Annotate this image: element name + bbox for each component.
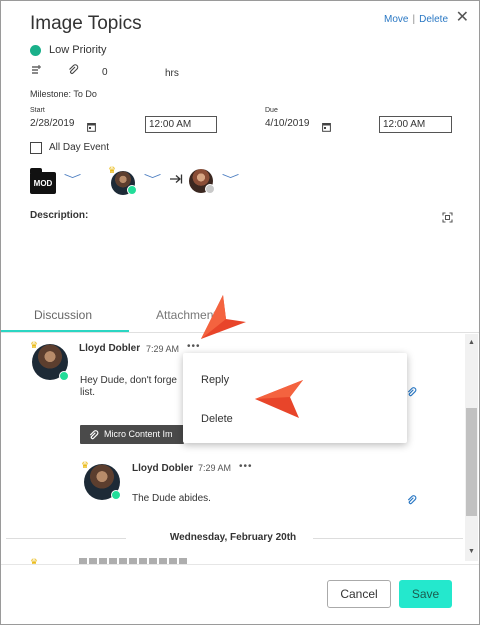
reply-author[interactable]: Lloyd Dobler bbox=[132, 463, 193, 474]
comment-author[interactable]: Lloyd Dobler bbox=[79, 343, 140, 354]
due-label: Due bbox=[265, 107, 278, 114]
online-status-icon bbox=[59, 371, 69, 381]
cancel-button[interactable]: Cancel bbox=[327, 580, 391, 608]
attachments-count: 0 bbox=[102, 67, 108, 78]
comment-text-continued: list. bbox=[80, 387, 95, 398]
due-time-field[interactable]: 12:00 AM bbox=[379, 116, 452, 133]
chevron-down-icon[interactable]: ﹀ bbox=[144, 171, 162, 187]
online-status-icon bbox=[127, 185, 137, 195]
due-date-field[interactable]: 4/10/2019 bbox=[263, 116, 312, 133]
chevron-down-icon[interactable]: ﹀ bbox=[222, 171, 240, 187]
paperclip-icon[interactable] bbox=[67, 64, 79, 79]
pointer-arrow-icon bbox=[196, 292, 248, 349]
pointer-arrow-icon bbox=[254, 379, 304, 424]
offline-status-icon bbox=[205, 184, 215, 194]
assign-arrow-icon bbox=[169, 172, 183, 190]
milestone-label[interactable]: Milestone: To Do bbox=[30, 89, 97, 99]
start-date-field[interactable]: 2/28/2019 bbox=[28, 116, 77, 133]
priority-label[interactable]: Low Priority bbox=[49, 44, 106, 56]
all-day-checkbox[interactable] bbox=[30, 142, 42, 154]
comment-time: 7:29 AM bbox=[146, 344, 180, 354]
all-day-label: All Day Event bbox=[49, 142, 110, 153]
date-separator: Wednesday, February 20th bbox=[169, 532, 297, 543]
topic-dialog: Image Topics Move | Delete ✕ Low Priority … bbox=[0, 0, 480, 625]
module-type-icon[interactable]: MOD bbox=[30, 168, 56, 194]
scroll-down-icon[interactable]: ▼ bbox=[468, 548, 475, 555]
start-label: Start bbox=[30, 107, 45, 114]
more-options-icon[interactable]: ••• bbox=[239, 461, 253, 472]
paperclip-icon bbox=[88, 428, 99, 446]
priority-dot bbox=[30, 45, 41, 56]
close-icon[interactable]: ✕ bbox=[456, 7, 469, 27]
hours-unit: hrs bbox=[165, 68, 179, 79]
crown-icon: ♛ bbox=[30, 557, 39, 567]
description-label: Description: bbox=[30, 210, 89, 221]
header-actions: Move | Delete bbox=[384, 14, 448, 25]
scrollbar-thumb[interactable] bbox=[466, 408, 477, 516]
calendar-icon[interactable] bbox=[322, 119, 331, 137]
paperclip-icon[interactable] bbox=[406, 495, 417, 509]
chip-label: Micro Content Im bbox=[104, 429, 173, 439]
comment-text: Hey Dude, don't forge bbox=[80, 375, 177, 386]
calendar-icon[interactable] bbox=[87, 119, 96, 137]
delete-link[interactable]: Delete bbox=[419, 14, 448, 25]
start-time-field[interactable]: 12:00 AM bbox=[145, 116, 217, 133]
menu-item-reply[interactable]: Reply bbox=[201, 374, 229, 386]
paperclip-icon[interactable] bbox=[406, 387, 417, 401]
tab-discussion[interactable]: Discussion bbox=[34, 308, 92, 322]
save-button[interactable]: Save bbox=[399, 580, 452, 608]
chevron-down-icon[interactable]: ﹀ bbox=[64, 171, 82, 187]
scroll-up-icon[interactable]: ▲ bbox=[468, 339, 475, 346]
move-link[interactable]: Move bbox=[384, 14, 408, 25]
reply-time: 7:29 AM bbox=[198, 463, 232, 473]
menu-item-delete[interactable]: Delete bbox=[201, 413, 233, 425]
expand-icon[interactable] bbox=[442, 210, 453, 228]
dialog-title: Image Topics bbox=[30, 13, 142, 34]
active-tab-indicator bbox=[1, 330, 129, 332]
header-separator: | bbox=[412, 14, 416, 25]
online-status-icon bbox=[111, 490, 121, 500]
footer-divider bbox=[1, 564, 479, 565]
task-list-icon[interactable] bbox=[30, 64, 42, 79]
reply-text: The Dude abides. bbox=[132, 493, 211, 504]
